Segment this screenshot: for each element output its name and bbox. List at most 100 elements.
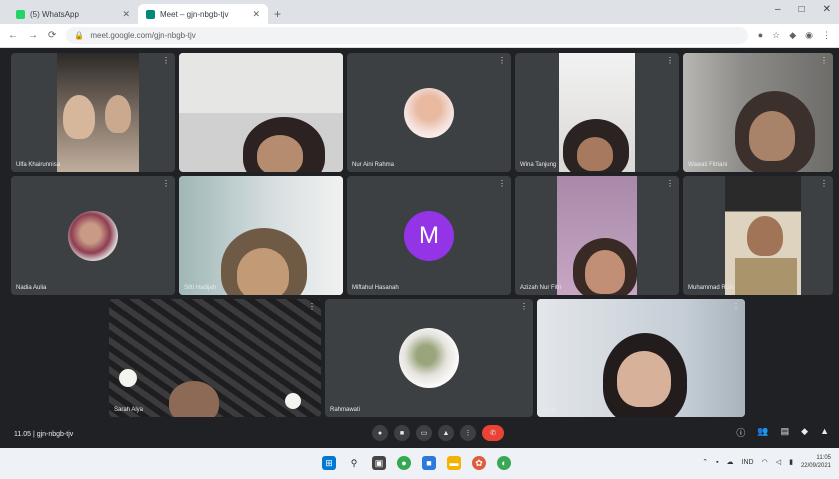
participant-name: Sitti Hadijah (184, 285, 217, 291)
taskbar-apps: ⊞ ⚲ ▣ ● ■ ▬ ✿ ◐ (322, 456, 511, 470)
minimize-button[interactable]: – (775, 4, 781, 15)
new-tab-button[interactable]: + (274, 7, 281, 21)
more-options-icon[interactable]: ⋮ (498, 56, 506, 65)
lock-icon: 🔒 (74, 31, 85, 40)
onedrive-icon[interactable]: ☁ (727, 458, 734, 466)
mic-icon[interactable]: ● (372, 425, 388, 441)
lock-icon[interactable]: ▲ (820, 426, 829, 439)
wifi-icon[interactable]: ◠ (762, 458, 768, 466)
participant-tile[interactable]: Wawati Fitriani ⋮ (683, 53, 833, 172)
meeting-grid: Ulfa Khairunnisa ⋮ ⋮ Nur Aini Rahma ⋮ Wi… (0, 48, 839, 420)
windows-taskbar: ⊞ ⚲ ▣ ● ■ ▬ ✿ ◐ ⌃ ▪ ☁ IND ◠ ◁ ▮ 11:05 22… (0, 448, 839, 479)
participant-face (749, 111, 795, 161)
participant-name: Wina Tanjung (520, 162, 557, 168)
browser-tab-bar: (5) WhatsApp ✕ Meet – gjn-nbgb-tjv ✕ + –… (0, 0, 839, 24)
windows-start-icon[interactable]: ⊞ (322, 456, 336, 470)
chevron-up-icon[interactable]: ⌃ (702, 458, 708, 466)
more-icon[interactable]: ⋮ (460, 425, 476, 441)
tab-label: Meet – gjn-nbgb-tjv (160, 9, 229, 19)
menu-icon[interactable]: ⋮ (822, 30, 831, 41)
more-options-icon[interactable]: ⋮ (308, 302, 316, 311)
participant-name: Miftahul Hasanah (352, 285, 399, 291)
chat-icon[interactable]: ▤ (781, 426, 790, 439)
participant-face (237, 248, 289, 295)
address-bar-row: ← → ⟳ 🔒 meet.google.com/gjn-nbgb-tjv ● ☆… (0, 24, 839, 48)
url-input[interactable]: 🔒 meet.google.com/gjn-nbgb-tjv (66, 27, 748, 44)
more-options-icon[interactable]: ⋮ (520, 302, 528, 311)
end-call-icon[interactable]: ✆ (482, 425, 504, 441)
people-icon[interactable]: 👥 (757, 426, 768, 439)
participant-name: Rahmawati (330, 407, 361, 413)
more-options-icon[interactable]: ⋮ (330, 179, 338, 188)
meeting-info: 11.05 | gjn-nbgb-tjv (14, 430, 74, 438)
info-icon[interactable]: ⓘ (736, 426, 745, 439)
participant-tile[interactable]: Sarah Alya ⋮ (109, 299, 321, 417)
participant-tile[interactable]: Nur Aini Rahma ⋮ (347, 53, 511, 172)
participant-tile[interactable]: Sitti Hadijah ⋮ (179, 176, 343, 295)
clock-time: 11:05 (816, 455, 831, 461)
more-options-icon[interactable]: ⋮ (162, 179, 170, 188)
more-options-icon[interactable]: ⋮ (820, 179, 828, 188)
participant-face (169, 381, 219, 417)
more-options-icon[interactable]: ⋮ (498, 179, 506, 188)
participant-face (63, 95, 95, 139)
meet-icon (146, 9, 155, 19)
participant-tile[interactable]: Muhammad Rizki ⋮ (683, 176, 833, 295)
extensions-icon[interactable]: ◆ (789, 30, 796, 41)
more-options-icon[interactable]: ⋮ (162, 56, 170, 65)
participant-tile[interactable]: ⋮ (179, 53, 343, 172)
participant-name: Azizah Nur Fitri (520, 285, 562, 291)
camera-icon[interactable]: ■ (394, 425, 410, 441)
side-controls: ⓘ 👥 ▤ ◆ ▲ (736, 426, 829, 439)
volume-icon[interactable]: ◁ (776, 458, 781, 466)
participant-video (179, 53, 343, 113)
window-controls: – □ ✕ (775, 4, 831, 15)
present-icon[interactable]: ▲ (438, 425, 454, 441)
store-icon[interactable]: ■ (422, 456, 436, 470)
participant-face (585, 250, 625, 294)
profile-icon[interactable]: ◉ (805, 30, 813, 41)
chrome-icon[interactable]: ● (397, 456, 411, 470)
more-options-icon[interactable]: ⋮ (666, 179, 674, 188)
tab-label: (5) WhatsApp (30, 9, 79, 19)
participant-face (577, 137, 613, 171)
participant-tile[interactable]: Nadia Aulia ⋮ (11, 176, 175, 295)
photos-icon[interactable]: ✿ (472, 456, 486, 470)
participant-tile[interactable]: Wina Tanjung ⋮ (515, 53, 679, 172)
more-options-icon[interactable]: ⋮ (732, 302, 740, 311)
clock[interactable]: 11:05 22/09/2021 (801, 454, 831, 470)
battery-icon[interactable]: ▮ (789, 458, 793, 466)
tab-meet[interactable]: Meet – gjn-nbgb-tjv ✕ (138, 4, 268, 24)
more-options-icon[interactable]: ⋮ (330, 56, 338, 65)
maximize-button[interactable]: □ (799, 4, 805, 15)
bookmark-star-icon[interactable]: ☆ (772, 30, 780, 41)
participant-tile[interactable]: Anda ⋮ (537, 299, 745, 417)
participant-tile[interactable]: M Miftahul Hasanah ⋮ (347, 176, 511, 295)
close-window-button[interactable]: ✕ (823, 4, 831, 15)
camera-permission-icon[interactable]: ● (758, 30, 763, 41)
reload-icon[interactable]: ⟳ (48, 30, 56, 41)
tab-whatsapp[interactable]: (5) WhatsApp ✕ (8, 4, 138, 24)
more-options-icon[interactable]: ⋮ (820, 56, 828, 65)
participant-name: Wawati Fitriani (688, 162, 728, 168)
back-icon[interactable]: ← (8, 30, 18, 41)
participant-face (257, 135, 303, 172)
edge-icon[interactable]: ◐ (497, 456, 511, 470)
close-tab-icon[interactable]: ✕ (252, 9, 260, 20)
participant-tile[interactable]: Ulfa Khairunnisa ⋮ (11, 53, 175, 172)
task-view-icon[interactable]: ▣ (372, 456, 386, 470)
more-options-icon[interactable]: ⋮ (666, 56, 674, 65)
captions-icon[interactable]: ▭ (416, 425, 432, 441)
language-indicator[interactable]: IND (742, 459, 754, 466)
close-tab-icon[interactable]: ✕ (122, 9, 130, 20)
participant-face (105, 95, 131, 133)
participant-shirt (735, 258, 797, 295)
participant-tile[interactable]: Azizah Nur Fitri ⋮ (515, 176, 679, 295)
activities-icon[interactable]: ◆ (801, 426, 808, 439)
forward-icon[interactable]: → (28, 30, 38, 41)
search-icon[interactable]: ⚲ (347, 456, 361, 470)
participant-avatar (68, 210, 118, 261)
explorer-icon[interactable]: ▬ (447, 456, 461, 470)
participant-tile[interactable]: Rahmawati ⋮ (325, 299, 533, 417)
tray-app-icon[interactable]: ▪ (716, 459, 718, 466)
